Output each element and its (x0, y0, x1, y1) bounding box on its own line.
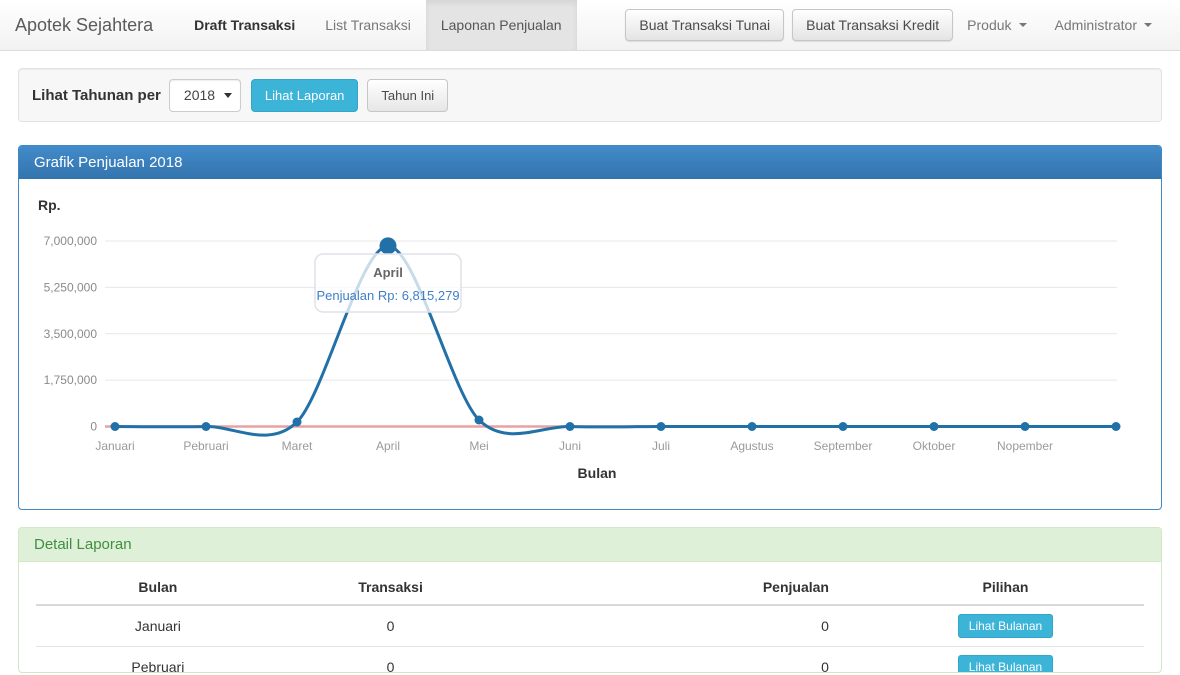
table-header-row: Bulan Transaksi Penjualan Pilihan (36, 568, 1144, 605)
buat-transaksi-tunai-button[interactable]: Buat Transaksi Tunai (625, 9, 784, 41)
x-tick-label: Oktober (913, 439, 956, 453)
y-tick-label: 7,000,000 (44, 234, 98, 248)
x-tick-label: Nopember (997, 439, 1053, 453)
sales-chart-panel: Grafik Penjualan 2018 0 1,750,000 3,500,00… (18, 145, 1162, 510)
x-tick-label: Pebruari (183, 439, 228, 453)
year-filter-label: Lihat Tahunan per (32, 87, 161, 104)
produk-dropdown-label: Produk (967, 17, 1011, 33)
data-point[interactable] (475, 416, 484, 425)
data-point[interactable] (202, 422, 211, 431)
x-tick-label: Agustus (730, 439, 773, 453)
tahun-ini-button[interactable]: Tahun Ini (367, 79, 448, 112)
data-point[interactable] (657, 422, 666, 431)
y-tick-label: 1,750,000 (44, 373, 98, 387)
year-filter-bar: Lihat Tahunan per 2018 Lihat Laporan Tah… (18, 68, 1162, 122)
y-tick-label: 0 (90, 420, 97, 434)
cell-penjualan: 0 (501, 647, 867, 674)
cell-transaksi: 0 (280, 605, 502, 647)
sales-chart-panel-title: Grafik Penjualan 2018 (19, 146, 1161, 179)
data-point[interactable] (839, 422, 848, 431)
monthly-report-table: Bulan Transaksi Penjualan Pilihan Januar… (36, 568, 1144, 673)
lihat-bulanan-button[interactable]: Lihat Bulanan (958, 614, 1053, 638)
table-row: Pebruari 0 0 Lihat Bulanan (36, 647, 1144, 674)
buat-transaksi-kredit-button[interactable]: Buat Transaksi Kredit (792, 9, 953, 41)
navbar-right: Buat Transaksi Tunai Buat Transaksi Kred… (617, 0, 1180, 50)
cell-bulan: Pebruari (36, 647, 280, 674)
nav-tab-draft-transaksi[interactable]: Draft Transaksi (179, 0, 310, 50)
data-point[interactable] (380, 237, 397, 254)
x-tick-label: Juli (652, 439, 670, 453)
sales-chart-body: 0 1,750,000 3,500,000 5,250,000 7,000,000 Rp.… (19, 179, 1161, 509)
administrator-dropdown-label: Administrator (1055, 17, 1137, 33)
y-tick-label: 5,250,000 (44, 280, 98, 294)
lihat-bulanan-button[interactable]: Lihat Bulanan (958, 655, 1053, 673)
cell-penjualan: 0 (501, 605, 867, 647)
data-point[interactable] (930, 422, 939, 431)
chevron-down-icon (224, 93, 232, 98)
year-select[interactable]: 2018 (169, 79, 241, 112)
x-axis-title: Bulan (578, 465, 617, 481)
data-point[interactable] (1021, 422, 1030, 431)
navbar: Apotek Sejahtera Draft Transaksi List Tr… (0, 0, 1180, 51)
col-header-bulan: Bulan (36, 568, 280, 605)
col-header-pilihan: Pilihan (867, 568, 1144, 605)
data-point[interactable] (111, 422, 120, 431)
x-tick-label: Juni (559, 439, 581, 453)
col-header-penjualan: Penjualan (501, 568, 867, 605)
lihat-laporan-button[interactable]: Lihat Laporan (251, 79, 359, 112)
x-tick-label: April (376, 439, 400, 453)
data-point[interactable] (566, 422, 575, 431)
data-point[interactable] (1112, 422, 1121, 431)
detail-laporan-panel: Detail Laporan Bulan Transaksi Penjualan… (18, 527, 1162, 673)
produk-dropdown[interactable]: Produk (953, 0, 1040, 50)
detail-laporan-panel-title: Detail Laporan (19, 528, 1161, 562)
table-row: Januari 0 0 Lihat Bulanan (36, 605, 1144, 647)
col-header-transaksi: Transaksi (280, 568, 502, 605)
x-tick-label: Maret (282, 439, 313, 453)
sales-line-chart[interactable]: 0 1,750,000 3,500,000 5,250,000 7,000,000 Rp.… (19, 179, 1161, 509)
chart-tooltip: April Penjualan Rp: 6,815,279 (315, 254, 461, 312)
nav-tab-list-transaksi[interactable]: List Transaksi (310, 0, 426, 50)
y-tick-label: 3,500,000 (44, 327, 98, 341)
y-axis-title: Rp. (38, 197, 61, 213)
administrator-dropdown[interactable]: Administrator (1041, 0, 1166, 50)
x-tick-label: September (814, 439, 873, 453)
x-tick-label: Januari (95, 439, 134, 453)
data-point[interactable] (293, 418, 302, 427)
x-tick-label: Mei (469, 439, 488, 453)
nav-tab-laporan-penjualan[interactable]: Laponan Penjualan (426, 0, 577, 50)
app-brand[interactable]: Apotek Sejahtera (15, 0, 179, 50)
sales-series-line (115, 246, 1116, 435)
svg-text:April: April (373, 265, 403, 280)
year-select-value: 2018 (184, 87, 215, 103)
detail-laporan-table-body: Bulan Transaksi Penjualan Pilihan Januar… (19, 562, 1161, 673)
svg-text:Penjualan Rp: 6,815,279: Penjualan Rp: 6,815,279 (316, 288, 459, 303)
chevron-down-icon (1144, 23, 1152, 27)
cell-transaksi: 0 (280, 647, 502, 674)
cell-bulan: Januari (36, 605, 280, 647)
chevron-down-icon (1019, 23, 1027, 27)
data-point[interactable] (748, 422, 757, 431)
